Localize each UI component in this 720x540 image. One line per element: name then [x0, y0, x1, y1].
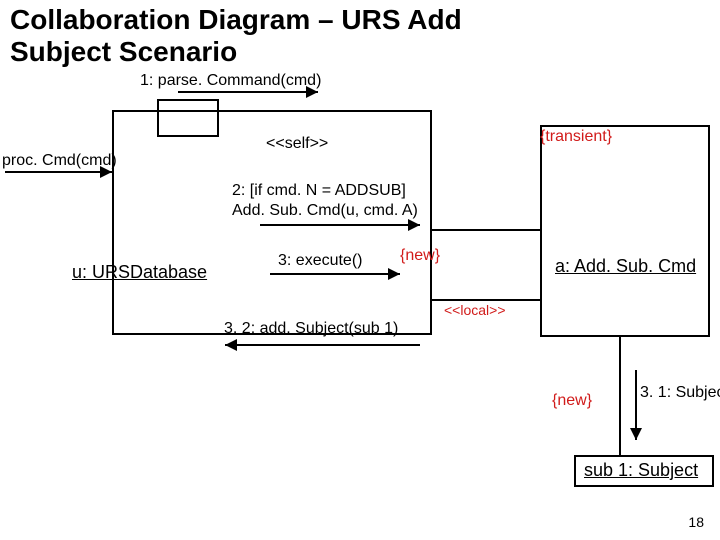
- object-subject-label: sub 1: Subject: [584, 460, 698, 481]
- msg-2-action: Add. Sub. Cmd(u, cmd. A): [232, 202, 418, 220]
- self-stereotype: <<self>>: [266, 135, 328, 153]
- page-number: 18: [688, 514, 704, 530]
- msg-2-guard: 2: [if cmd. N = ADDSUB]: [232, 182, 406, 200]
- msg-3-execute: 3: execute(): [278, 252, 362, 270]
- title-line2: Subject Scenario: [10, 36, 237, 67]
- constraint-new-a: {new}: [400, 247, 440, 265]
- constraint-new-sub: {new}: [552, 392, 592, 410]
- msg-1-parse: 1: parse. Command(cmd): [140, 72, 321, 90]
- msg-3-1-subject: 3. 1: Subject(id, name): [640, 384, 720, 402]
- constraint-transient: {transient}: [540, 128, 612, 146]
- object-addsubcmd: [540, 125, 710, 337]
- title-line1: Collaboration Diagram – URS Add: [10, 4, 462, 35]
- proc-cmd-call: proc. Cmd(cmd): [2, 152, 117, 170]
- object-ursdatabase-label: u: URSDatabase: [72, 262, 207, 283]
- object-addsubcmd-label: a: Add. Sub. Cmd: [555, 256, 696, 277]
- local-stereotype: <<local>>: [444, 302, 506, 318]
- msg-3-2-addsubject: 3. 2: add. Subject(sub 1): [224, 320, 398, 338]
